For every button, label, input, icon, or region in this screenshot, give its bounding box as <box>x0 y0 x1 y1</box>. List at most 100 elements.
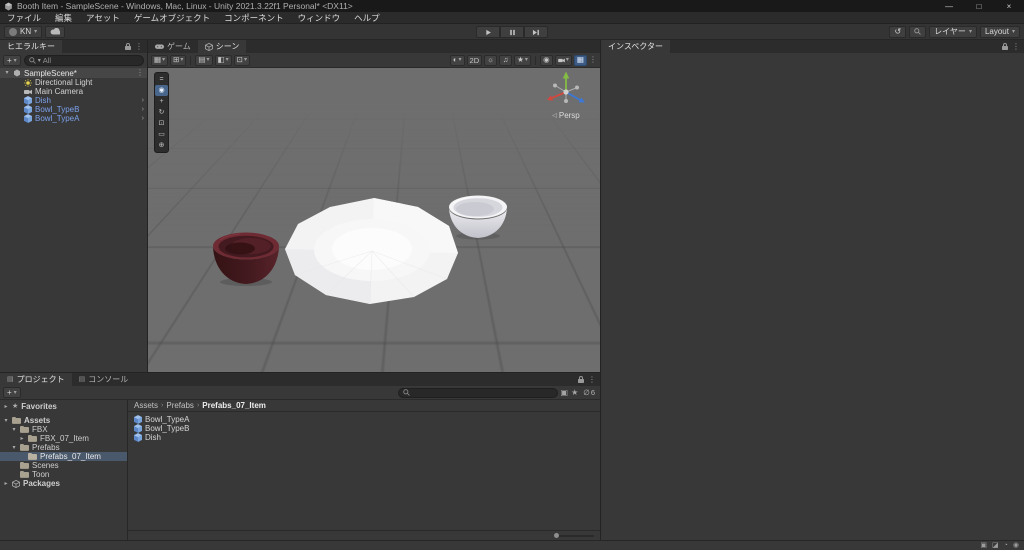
lock-icon[interactable] <box>125 43 131 50</box>
tree-item-toon[interactable]: Toon <box>0 470 127 479</box>
layout-dropdown[interactable]: Layout ▾ <box>979 25 1020 38</box>
close-button[interactable]: × <box>994 0 1024 12</box>
play-button[interactable] <box>476 26 500 38</box>
tree-item-prefabs-07-item[interactable]: Prefabs_07_Item <box>0 452 127 461</box>
tab-console[interactable]: ▤ コンソール <box>72 373 136 386</box>
prefab-open-arrow-icon[interactable]: › <box>142 106 147 113</box>
lock-icon[interactable] <box>1002 43 1008 50</box>
grid-snap-dropdown[interactable]: ⊞ ▾ <box>170 54 187 66</box>
tab-hierarchy[interactable]: ヒエラルキー <box>0 40 62 53</box>
tab-project[interactable]: ▤ プロジェクト <box>0 373 72 386</box>
2d-toggle[interactable]: 2D <box>466 54 483 66</box>
hierarchy-item-bowl-typeb[interactable]: Bowl_TypeB › <box>0 105 147 114</box>
tab-game[interactable]: ゲーム <box>148 40 198 53</box>
menu-gameobject[interactable]: ゲームオブジェクト <box>127 12 217 24</box>
red-bowl-object[interactable] <box>213 232 279 287</box>
foldout-open-icon[interactable]: ▾ <box>3 418 9 424</box>
transform-tool-button[interactable]: ⊕ <box>155 140 168 151</box>
kebab-menu-icon[interactable]: ⋮ <box>588 375 596 384</box>
overlay-grip-icon[interactable]: = <box>155 74 168 85</box>
scene-visibility-toggle[interactable]: ◉ <box>539 54 553 66</box>
pivot-mode-dropdown[interactable]: ▤ ▾ <box>195 54 213 66</box>
hierarchy-scene-row[interactable]: ▾ SampleScene* ⋮ <box>0 68 147 78</box>
progress-icon[interactable]: ◔ <box>1004 542 1008 549</box>
hierarchy-item-main-camera[interactable]: Main Camera <box>0 87 147 96</box>
scale-tool-button[interactable]: ⊡ <box>155 118 168 129</box>
hierarchy-item-bowl-typea[interactable]: Bowl_TypeA › <box>0 114 147 123</box>
minimize-button[interactable]: — <box>934 0 964 12</box>
console-status-icon[interactable]: ◪ <box>992 542 999 549</box>
prefab-open-arrow-icon[interactable]: › <box>142 115 147 122</box>
search-by-type-button[interactable]: ▣ <box>561 388 569 397</box>
camera-settings-dropdown[interactable]: ▾ <box>554 54 572 66</box>
pivot-rotation-dropdown[interactable]: ◧ ▾ <box>214 54 232 66</box>
menu-window[interactable]: ウィンドウ <box>291 12 348 24</box>
file-item-bowl-typea[interactable]: Bowl_TypeA <box>128 415 600 424</box>
pause-button[interactable] <box>500 26 524 38</box>
project-add-button[interactable]: + ▾ <box>3 387 21 398</box>
white-bowl-object[interactable] <box>449 195 507 240</box>
tree-item-packages[interactable]: ▸ Packages <box>0 479 127 488</box>
tree-item-assets[interactable]: ▾ Assets <box>0 416 127 425</box>
save-search-button[interactable]: ★ <box>571 388 578 397</box>
kebab-menu-icon[interactable]: ⋮ <box>589 56 597 64</box>
file-item-dish[interactable]: Dish <box>128 433 600 442</box>
tree-item-fbx-07-item[interactable]: ▸ FBX_07_Item <box>0 434 127 443</box>
tab-inspector[interactable]: インスペクター <box>601 40 670 53</box>
foldout-open-icon[interactable]: ▾ <box>4 70 10 76</box>
hierarchy-item-dish[interactable]: Dish › <box>0 96 147 105</box>
rect-tool-button[interactable]: ▭ <box>155 129 168 140</box>
view-tool-button[interactable]: ◉ <box>155 85 168 96</box>
activity-icon[interactable]: ▣ <box>980 542 987 549</box>
audio-toggle[interactable]: ♫ <box>499 54 513 66</box>
kebab-menu-icon[interactable]: ⋮ <box>1012 42 1020 51</box>
effects-dropdown[interactable]: ★ ▾ <box>514 54 531 66</box>
move-tool-button[interactable]: + <box>155 96 168 107</box>
foldout-open-icon[interactable]: ▾ <box>11 445 17 451</box>
project-search-input[interactable] <box>397 387 558 398</box>
icon-size-slider[interactable] <box>554 532 594 538</box>
breadcrumb-assets[interactable]: Assets <box>134 401 158 410</box>
menu-component[interactable]: コンポーネント <box>217 12 291 24</box>
status-menu-icon[interactable]: ◉ <box>1013 542 1019 549</box>
tree-item-fbx[interactable]: ▾ FBX <box>0 425 127 434</box>
gizmo-projection-label[interactable]: Persp <box>559 111 580 120</box>
menu-assets[interactable]: アセット <box>79 12 127 24</box>
hierarchy-item-directional-light[interactable]: Directional Light <box>0 78 147 87</box>
layers-dropdown[interactable]: レイヤー ▾ <box>929 25 977 38</box>
cloud-services-button[interactable] <box>45 25 66 38</box>
grid-visibility-dropdown[interactable]: ▦ ▾ <box>151 54 169 66</box>
step-button[interactable] <box>524 26 548 38</box>
tree-item-prefabs[interactable]: ▾ Prefabs <box>0 443 127 452</box>
rotate-tool-button[interactable]: ↻ <box>155 107 168 118</box>
foldout-closed-icon[interactable]: ▸ <box>3 404 9 410</box>
prefab-open-arrow-icon[interactable]: › <box>142 97 147 104</box>
dish-object[interactable] <box>285 198 458 305</box>
tab-scene[interactable]: シーン <box>197 40 247 53</box>
hierarchy-add-button[interactable]: + ▾ <box>3 55 21 66</box>
file-item-bowl-typeb[interactable]: Bowl_TypeB <box>128 424 600 433</box>
menu-edit[interactable]: 編集 <box>48 12 79 24</box>
undo-history-button[interactable]: ↺ <box>889 25 907 38</box>
scene-canvas[interactable]: = ◉ + ↻ ⊡ ▭ ⊕ ◁ Persp <box>148 68 600 372</box>
hierarchy-search-input[interactable]: ▾ All <box>23 55 144 66</box>
menu-help[interactable]: ヘルプ <box>347 12 387 24</box>
account-dropdown[interactable]: KN ▾ <box>4 25 43 38</box>
maximize-button[interactable]: □ <box>964 0 994 12</box>
foldout-closed-icon[interactable]: ▸ <box>3 481 9 487</box>
snap-toggle-dropdown[interactable]: ⊡ ▾ <box>233 54 250 66</box>
breadcrumb-prefabs[interactable]: Prefabs <box>166 401 194 410</box>
shading-mode-dropdown[interactable]: ◐ ▾ <box>450 54 465 66</box>
kebab-menu-icon[interactable]: ⋮ <box>135 42 143 51</box>
kebab-menu-icon[interactable]: ⋮ <box>136 69 147 77</box>
hidden-packages-toggle[interactable]: ∅ 6 <box>581 388 597 397</box>
global-search-button[interactable] <box>909 25 927 38</box>
lock-icon[interactable] <box>578 376 584 383</box>
tree-item-scenes[interactable]: Scenes <box>0 461 127 470</box>
orientation-gizmo[interactable]: ◁ Persp <box>538 70 594 120</box>
breadcrumb-current-folder[interactable]: Prefabs_07_Item <box>202 401 266 410</box>
gizmos-toggle[interactable]: ▦ <box>573 54 587 66</box>
foldout-closed-icon[interactable]: ▸ <box>19 436 25 442</box>
lighting-toggle[interactable]: ☼ <box>484 54 498 66</box>
menu-file[interactable]: ファイル <box>0 12 48 24</box>
